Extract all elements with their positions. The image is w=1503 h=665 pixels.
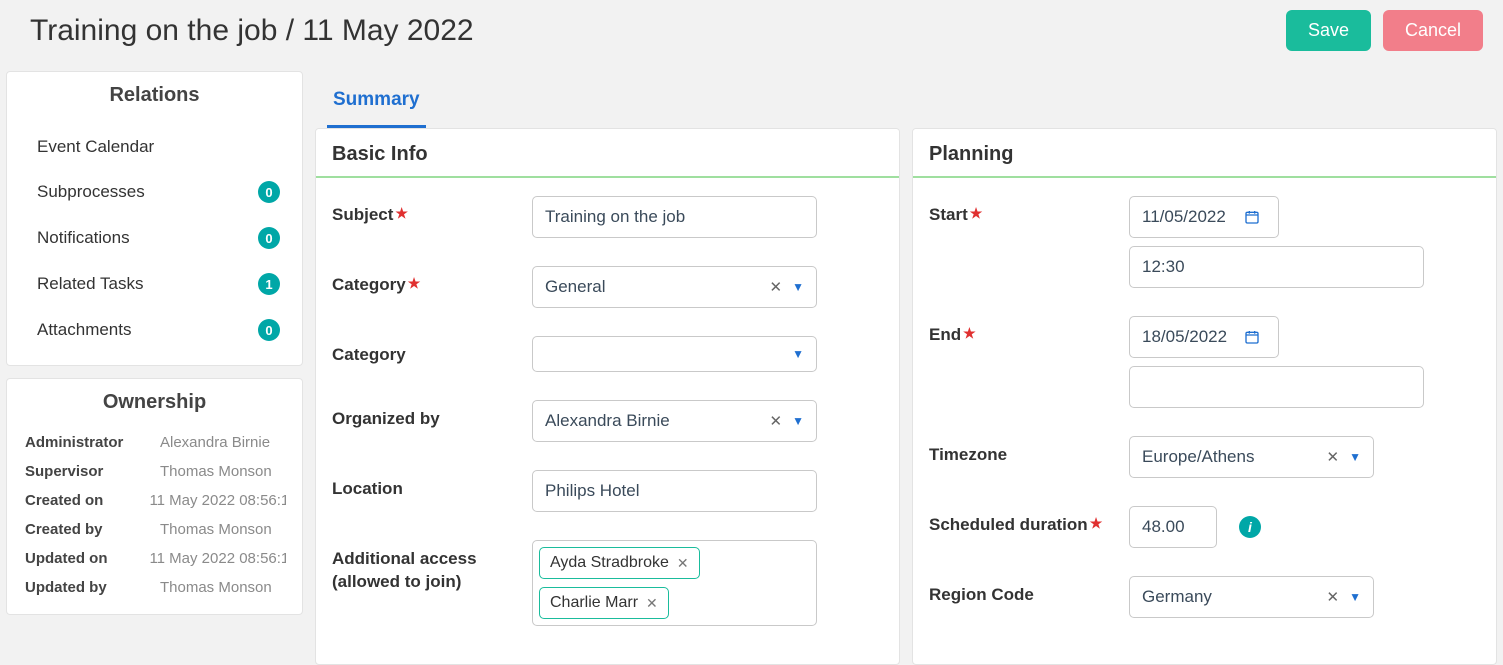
- cancel-button[interactable]: Cancel: [1383, 10, 1483, 51]
- ownership-value: Thomas Monson: [160, 521, 272, 538]
- relation-attachments[interactable]: Attachments 0: [7, 307, 302, 353]
- additional-access-label: Additional access (allowed to join): [332, 540, 532, 594]
- category-label: Category★: [332, 266, 532, 297]
- start-time-input[interactable]: [1129, 246, 1424, 288]
- duration-input[interactable]: [1129, 506, 1217, 548]
- ownership-label: Created on: [25, 492, 149, 509]
- relations-title: Relations: [7, 72, 302, 121]
- subject-input[interactable]: [532, 196, 817, 238]
- select-value: General: [545, 277, 605, 297]
- relation-label: Attachments: [37, 320, 132, 340]
- ownership-value: Thomas Monson: [160, 579, 272, 596]
- end-time-input[interactable]: [1129, 366, 1424, 408]
- ownership-label: Supervisor: [25, 463, 160, 480]
- start-date-field[interactable]: [1130, 197, 1240, 237]
- ownership-row: Created on 11 May 2022 08:56:13: [25, 486, 286, 515]
- ownership-value: 11 May 2022 08:56:13: [149, 492, 286, 509]
- ownership-value: 11 May 2022 08:56:16: [149, 550, 286, 567]
- tag-label: Charlie Marr: [550, 594, 638, 612]
- category2-select[interactable]: ▼: [532, 336, 817, 372]
- start-date-input[interactable]: [1129, 196, 1279, 238]
- organized-by-label: Organized by: [332, 400, 532, 431]
- region-select[interactable]: Germany ✕ ▼: [1129, 576, 1374, 618]
- remove-tag-icon[interactable]: ✕: [646, 595, 658, 612]
- basic-info-card: Basic Info Subject★ Category★: [315, 128, 900, 665]
- select-value: Europe/Athens: [1142, 447, 1254, 467]
- access-tag[interactable]: Charlie Marr ✕: [539, 587, 669, 619]
- ownership-row: Supervisor Thomas Monson: [25, 457, 286, 486]
- relations-panel: Relations Event Calendar Subprocesses 0 …: [6, 71, 303, 366]
- count-badge: 1: [258, 273, 280, 295]
- page-title: Training on the job / 11 May 2022: [30, 14, 1274, 48]
- select-value: Alexandra Birnie: [545, 411, 670, 431]
- relation-label: Subprocesses: [37, 182, 145, 202]
- chevron-down-icon[interactable]: ▼: [792, 414, 804, 428]
- end-label: End★: [929, 316, 1129, 347]
- select-value: Germany: [1142, 587, 1212, 607]
- chevron-down-icon[interactable]: ▼: [792, 347, 804, 361]
- planning-title: Planning: [913, 129, 1496, 178]
- calendar-icon[interactable]: [1240, 329, 1270, 345]
- ownership-label: Updated on: [25, 550, 149, 567]
- location-input[interactable]: [532, 470, 817, 512]
- relation-label: Event Calendar: [37, 137, 154, 157]
- ownership-label: Updated by: [25, 579, 160, 596]
- relation-label: Related Tasks: [37, 274, 143, 294]
- organized-by-select[interactable]: Alexandra Birnie ✕ ▼: [532, 400, 817, 442]
- additional-access-tags[interactable]: Ayda Stradbroke ✕ Charlie Marr ✕: [532, 540, 817, 626]
- ownership-row: Updated on 11 May 2022 08:56:16: [25, 544, 286, 573]
- required-star-icon: ★: [395, 205, 408, 221]
- required-star-icon: ★: [408, 275, 421, 291]
- clear-icon[interactable]: ✕: [770, 412, 783, 430]
- clear-icon[interactable]: ✕: [1327, 588, 1340, 606]
- relation-notifications[interactable]: Notifications 0: [7, 215, 302, 261]
- timezone-label: Timezone: [929, 436, 1129, 467]
- ownership-row: Updated by Thomas Monson: [25, 573, 286, 602]
- ownership-value: Thomas Monson: [160, 463, 272, 480]
- subject-label: Subject★: [332, 196, 532, 227]
- required-star-icon: ★: [1090, 515, 1103, 531]
- relation-label: Notifications: [37, 228, 130, 248]
- chevron-down-icon[interactable]: ▼: [1349, 590, 1361, 604]
- end-date-field[interactable]: [1130, 317, 1240, 357]
- ownership-label: Created by: [25, 521, 160, 538]
- required-star-icon: ★: [970, 205, 983, 221]
- ownership-title: Ownership: [7, 379, 302, 428]
- access-tag[interactable]: Ayda Stradbroke ✕: [539, 547, 700, 579]
- required-star-icon: ★: [963, 325, 976, 341]
- planning-card: Planning Start★: [912, 128, 1497, 665]
- ownership-label: Administrator: [25, 434, 160, 451]
- relation-event-calendar[interactable]: Event Calendar: [7, 125, 302, 169]
- clear-icon[interactable]: ✕: [770, 278, 783, 296]
- location-label: Location: [332, 470, 532, 501]
- relation-related-tasks[interactable]: Related Tasks 1: [7, 261, 302, 307]
- start-label: Start★: [929, 196, 1129, 227]
- region-label: Region Code: [929, 576, 1129, 607]
- category2-label: Category: [332, 336, 532, 367]
- ownership-row: Administrator Alexandra Birnie: [25, 428, 286, 457]
- save-button[interactable]: Save: [1286, 10, 1371, 51]
- clear-icon[interactable]: ✕: [1327, 448, 1340, 466]
- ownership-value: Alexandra Birnie: [160, 434, 270, 451]
- tab-summary[interactable]: Summary: [327, 79, 426, 128]
- timezone-select[interactable]: Europe/Athens ✕ ▼: [1129, 436, 1374, 478]
- category-select[interactable]: General ✕ ▼: [532, 266, 817, 308]
- calendar-icon[interactable]: [1240, 209, 1270, 225]
- tag-label: Ayda Stradbroke: [550, 554, 669, 572]
- ownership-row: Created by Thomas Monson: [25, 515, 286, 544]
- relation-subprocesses[interactable]: Subprocesses 0: [7, 169, 302, 215]
- chevron-down-icon[interactable]: ▼: [792, 280, 804, 294]
- count-badge: 0: [258, 181, 280, 203]
- count-badge: 0: [258, 319, 280, 341]
- info-icon[interactable]: i: [1239, 516, 1261, 538]
- end-date-input[interactable]: [1129, 316, 1279, 358]
- ownership-panel: Ownership Administrator Alexandra Birnie…: [6, 378, 303, 615]
- count-badge: 0: [258, 227, 280, 249]
- basic-info-title: Basic Info: [316, 129, 899, 178]
- remove-tag-icon[interactable]: ✕: [677, 555, 689, 572]
- duration-label: Scheduled duration★: [929, 506, 1129, 537]
- chevron-down-icon[interactable]: ▼: [1349, 450, 1361, 464]
